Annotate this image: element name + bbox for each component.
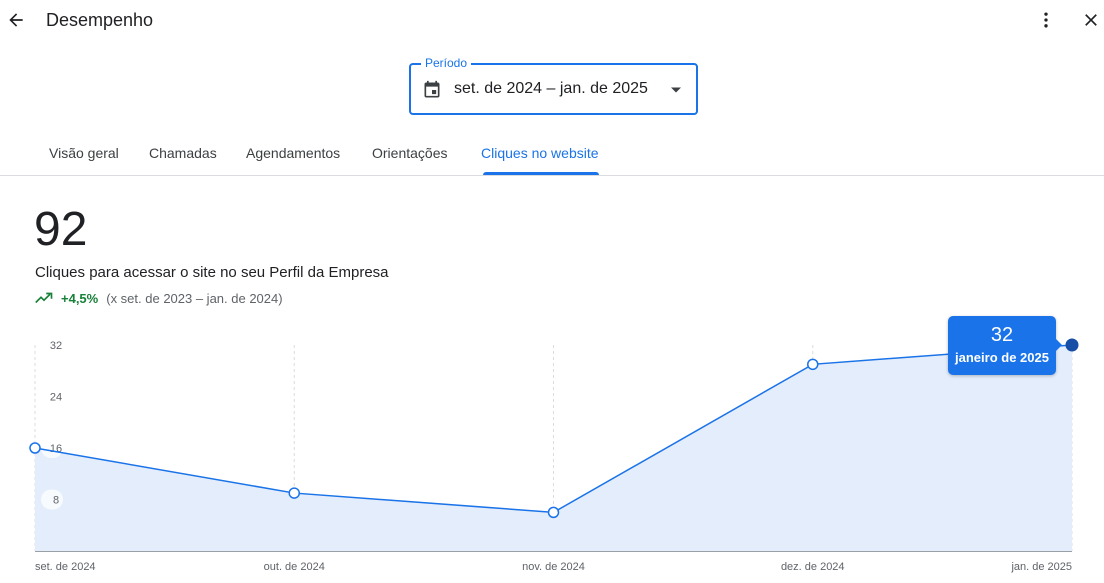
tab-bar: Visão geral Chamadas Agendamentos Orient… [0,130,1104,176]
website-clicks-chart: 8 16 24 32 set. de 2024 out. de 2024 nov. de 2… [0,330,1104,583]
y-tick-label: 8 [53,495,59,507]
data-point [288,487,300,499]
active-tab-indicator [483,172,599,175]
y-tick-label: 32 [50,340,62,352]
metric-total: 92 [34,203,88,256]
tooltip-value: 32 [990,324,1014,346]
y-tick-label: 24 [50,392,62,404]
chart-svg: 8 16 24 32 set. de 2024 out. de 2024 nov. de 2… [29,335,1079,573]
x-tick-label: set. de 2024 [35,561,96,573]
more-vert-icon [1044,12,1048,28]
x-tick-label: jan. de 2025 [1010,561,1072,573]
period-value: set. de 2024 – jan. de 2025 [454,80,648,97]
tab-website-clicks[interactable]: Cliques no website [481,145,599,161]
data-point [547,506,560,519]
more-options-button[interactable] [1032,6,1060,34]
trend-row: +4,5% (x set. de 2023 – jan. de 2024) [35,290,283,306]
trending-up-icon [35,292,53,304]
dropdown-arrow-icon [671,87,681,93]
close-icon [1085,14,1097,26]
arrow-back-icon [9,13,23,27]
period-label: Período [421,56,472,70]
close-button[interactable] [1077,6,1104,34]
tooltip-label: janeiro de 2025 [955,350,1049,365]
trend-comparison: (x set. de 2023 – jan. de 2024) [106,290,283,306]
data-point-selected [1065,338,1079,352]
top-bar: Desempenho [0,0,1104,42]
tooltip-arrow [1056,339,1062,351]
data-point [807,358,819,371]
x-tick-label: out. de 2024 [264,561,325,573]
x-tick-label: nov. de 2024 [522,561,585,573]
y-tick-label: 16 [50,443,62,455]
tab-calls[interactable]: Chamadas [149,145,217,161]
tab-overview[interactable]: Visão geral [49,145,119,161]
back-button[interactable] [2,6,30,34]
x-tick-label: dez. de 2024 [781,561,845,573]
data-point [29,442,41,454]
tab-directions[interactable]: Orientações [372,145,447,161]
tab-bookings[interactable]: Agendamentos [246,145,340,161]
page-title: Desempenho [46,10,154,30]
period-select[interactable]: Período set. de 2024 – jan. de 2025 [409,56,698,115]
calendar-icon [424,80,440,98]
metric-description: Cliques para acessar o site no seu Perfi… [35,264,389,281]
chart-tooltip: 32 janeiro de 2025 [948,316,1062,375]
trend-percentage: +4,5% [61,290,99,306]
